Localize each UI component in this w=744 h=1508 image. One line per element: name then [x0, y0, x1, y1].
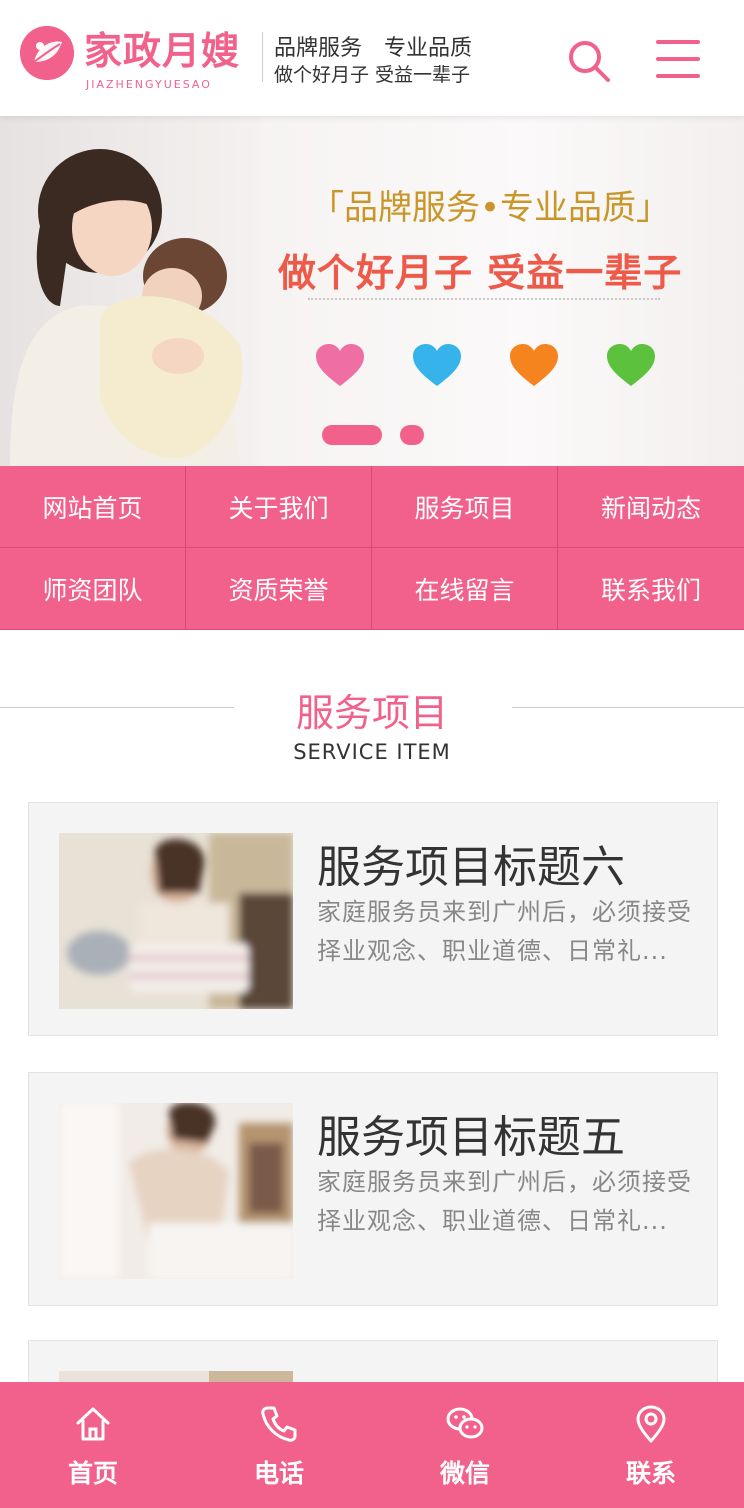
header-slogan-line2: 做个好月子 受益一辈子 — [274, 64, 471, 86]
service-title[interactable]: 服务项目标题五 — [317, 1101, 625, 1165]
bottom-nav-label: 电话 — [253, 1459, 304, 1488]
service-card[interactable]: 服务项目标题六 家庭服务员来到广州后，必须接受择业观念、职业道德、日常礼... — [28, 802, 718, 1036]
bottom-nav-wechat[interactable]: 微信 — [372, 1382, 558, 1508]
main-nav: 网站首页 关于我们 服务项目 新闻动态 师资团队 资质荣誉 在线留言 联系我们 — [0, 466, 744, 630]
bottom-nav-phone[interactable]: 电话 — [186, 1382, 372, 1508]
header-slogan-line1: 品牌服务 专业品质 — [274, 36, 473, 61]
heart-icon — [607, 344, 655, 386]
nav-item-news[interactable]: 新闻动态 — [558, 466, 744, 548]
service-title[interactable]: 服务项目标题六 — [317, 831, 625, 895]
nav-item-contact[interactable]: 联系我们 — [558, 548, 744, 630]
slide-indicator[interactable] — [400, 425, 424, 445]
section-title: 服务项目 — [295, 691, 448, 735]
banner-title-line1: 「品牌服务•专业品质」 — [310, 188, 671, 228]
bottom-nav-label: 微信 — [439, 1459, 490, 1488]
nav-item-honors[interactable]: 资质荣誉 — [186, 548, 372, 630]
service-thumbnail — [59, 833, 293, 1009]
header-divider — [262, 32, 263, 82]
heart-icon — [510, 344, 558, 386]
logo-mark-icon — [20, 26, 74, 80]
nav-item-team[interactable]: 师资团队 — [0, 548, 186, 630]
mother-baby-photo — [0, 116, 260, 466]
section-heading: 服务项目 SERVICE ITEM — [0, 680, 744, 770]
site-header: 家政月嫂 JIAZHENGYUESAO 品牌服务 专业品质 做个好月子 受益一辈… — [0, 0, 744, 116]
bottom-nav-contact[interactable]: 联系 — [558, 1382, 744, 1508]
heart-icon — [413, 344, 461, 386]
nav-item-services[interactable]: 服务项目 — [372, 466, 558, 548]
menu-button[interactable] — [656, 38, 700, 80]
nav-item-message[interactable]: 在线留言 — [372, 548, 558, 630]
slide-indicator-active[interactable] — [322, 425, 382, 445]
service-card[interactable]: 服务项目标题五 家庭服务员来到广州后，必须接受择业观念、职业道德、日常礼... — [28, 1072, 718, 1306]
wechat-icon — [446, 1407, 484, 1439]
banner-title-line2: 做个好月子 受益一辈子 — [278, 251, 683, 295]
logo[interactable] — [20, 26, 74, 80]
heart-icon — [316, 344, 364, 386]
home-icon — [76, 1407, 110, 1441]
service-description: 家庭服务员来到广州后，必须接受择业观念、职业道德、日常礼... — [317, 1168, 692, 1235]
search-button[interactable] — [566, 38, 612, 84]
bottom-nav-bar: 首页 电话 微信 联系 — [0, 1382, 744, 1508]
section-subtitle: SERVICE ITEM — [293, 740, 451, 764]
logo-pinyin: JIAZHENGYUESAO — [86, 78, 212, 91]
bottom-nav-home[interactable]: 首页 — [0, 1382, 186, 1508]
logo-name: 家政月嫂 — [84, 28, 241, 73]
service-thumbnail — [59, 1103, 293, 1279]
banner-divider — [308, 298, 660, 300]
hamburger-menu-icon — [656, 40, 700, 44]
nav-item-home[interactable]: 网站首页 — [0, 466, 186, 548]
location-icon — [636, 1405, 666, 1443]
hero-banner[interactable]: 「品牌服务•专业品质」 做个好月子 受益一辈子 — [0, 116, 744, 466]
nav-item-about[interactable]: 关于我们 — [186, 466, 372, 548]
service-description: 家庭服务员来到广州后，必须接受择业观念、职业道德、日常礼... — [317, 898, 692, 965]
bottom-nav-label: 联系 — [625, 1459, 676, 1488]
bottom-nav-label: 首页 — [67, 1459, 118, 1488]
phone-icon — [261, 1406, 297, 1442]
search-icon — [569, 41, 610, 82]
